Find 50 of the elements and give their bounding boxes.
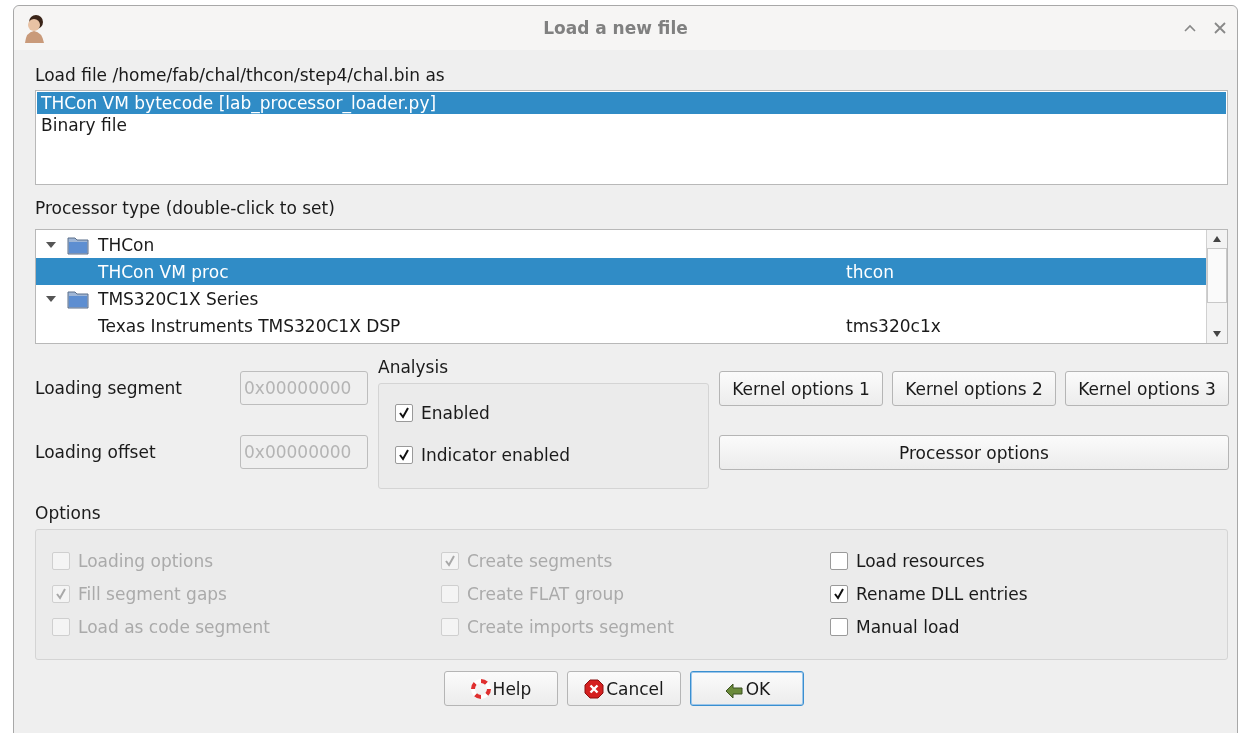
module-name: thcon: [846, 261, 894, 282]
checkbox-label[interactable]: Enabled: [421, 403, 490, 423]
checkbox[interactable]: [395, 404, 413, 422]
stop-icon: [584, 678, 605, 699]
processor-options-button[interactable]: Processor options: [719, 435, 1229, 470]
tree-label: THCon VM proc: [97, 261, 230, 282]
list-item[interactable]: Binary file: [37, 114, 1226, 136]
scroll-down-icon: [1212, 330, 1222, 338]
folder-icon: [67, 234, 89, 255]
field-label: Loading offset: [35, 442, 156, 462]
folder-icon: [67, 288, 89, 309]
tree-row[interactable]: THCon VM proc thcon: [36, 258, 1206, 285]
dialog-button[interactable]: OK: [690, 671, 804, 706]
field-label: Loading segment: [35, 378, 183, 398]
list-item[interactable]: THCon VM bytecode [lab_processor_loader.py]: [37, 92, 1226, 114]
checkbox-label[interactable]: Manual load: [856, 617, 960, 637]
checkbox[interactable]: [395, 446, 413, 464]
checkbox[interactable]: [830, 552, 848, 570]
dialog-button[interactable]: Help: [444, 671, 558, 706]
tree-label: TMS320C1X Series: [98, 288, 259, 309]
scrollbar[interactable]: [1206, 230, 1227, 343]
module-name: tms320c1x: [846, 315, 941, 336]
kernel-options-button[interactable]: Kernel options 2: [892, 371, 1056, 406]
group-title: Options: [35, 502, 102, 524]
section-label: Load file /home/fab/chal/thcon/step4/chal.bin as: [35, 64, 446, 86]
check-icon: [55, 588, 67, 600]
window-title: Load a new file: [542, 18, 689, 38]
dialog-button[interactable]: Cancel: [567, 671, 681, 706]
help-icon: [470, 678, 491, 699]
scrollbar-thumb[interactable]: [1207, 248, 1227, 304]
section-label: Processor type (double-click to set): [35, 197, 336, 219]
checkbox-label[interactable]: Rename DLL entries: [856, 584, 1028, 604]
tree-label: THCon: [98, 234, 155, 255]
check-icon: [444, 555, 456, 567]
kernel-options-button[interactable]: Kernel options 1: [719, 371, 883, 406]
kernel-options-button[interactable]: Kernel options 3: [1065, 371, 1229, 406]
scroll-up-icon: [1212, 235, 1222, 243]
tree-row[interactable]: TMS320C1X Series: [36, 285, 1206, 312]
close-icon: [1213, 21, 1227, 35]
check-icon: [833, 588, 845, 600]
tree-label: Texas Instruments TMS320C1X DSP: [97, 315, 402, 336]
tree-row[interactable]: THCon: [36, 231, 1206, 258]
checkbox-label[interactable]: Indicator enabled: [421, 445, 570, 465]
group-title: Analysis: [378, 356, 450, 378]
checkbox-label[interactable]: Load resources: [856, 551, 985, 571]
check-icon: [398, 407, 410, 419]
checkbox[interactable]: [830, 618, 848, 636]
checkbox[interactable]: [830, 585, 848, 603]
tree-row[interactable]: Texas Instruments TMS320C1X DSP tms320c1x: [36, 312, 1206, 339]
check-icon: [398, 449, 410, 461]
